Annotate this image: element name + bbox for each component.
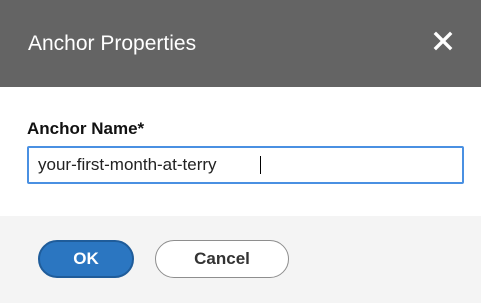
dialog-title: Anchor Properties: [28, 32, 197, 55]
anchor-name-label: Anchor Name*: [27, 119, 145, 138]
anchor-name-input[interactable]: [27, 146, 464, 184]
text-caret: [260, 156, 261, 174]
anchor-properties-dialog: Anchor Properties Anchor Name* OK Cancel: [0, 0, 481, 303]
cancel-button[interactable]: Cancel: [155, 240, 289, 278]
dialog-footer: OK Cancel: [0, 216, 481, 303]
dialog-body: Anchor Name*: [0, 87, 481, 216]
close-button[interactable]: [428, 27, 458, 57]
close-icon: [433, 31, 453, 51]
dialog-title-bar: Anchor Properties: [0, 0, 481, 87]
ok-button[interactable]: OK: [38, 240, 134, 278]
